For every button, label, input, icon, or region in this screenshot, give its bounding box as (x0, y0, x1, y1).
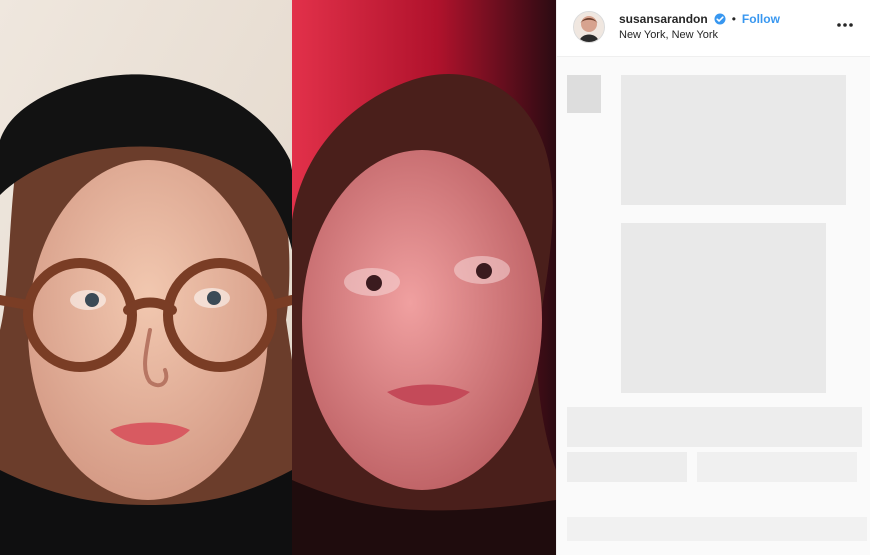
location-link[interactable]: New York, New York (619, 29, 718, 41)
more-options-icon[interactable] (835, 17, 855, 33)
follow-button[interactable]: Follow (742, 12, 780, 26)
photo-left-illustration (0, 0, 292, 555)
blurred-text-block (567, 407, 862, 447)
username-row: susansarandon • Follow (619, 11, 780, 27)
blurred-text-block (621, 75, 846, 205)
blurred-text-block (567, 517, 867, 541)
avatar[interactable] (573, 11, 605, 43)
avatar-image (574, 12, 604, 42)
blurred-text-block (621, 223, 826, 393)
verified-badge-icon (714, 13, 726, 25)
photo-right-illustration (292, 0, 556, 555)
blurred-text-block (697, 452, 857, 482)
blurred-text-block (567, 452, 687, 482)
post-photo-left (0, 0, 292, 555)
username[interactable]: susansarandon (619, 12, 708, 26)
instagram-post-view: susansarandon • Follow New York, New Yor… (0, 0, 870, 555)
blurred-avatar-block (567, 75, 601, 113)
post-header: susansarandon • Follow New York, New Yor… (557, 0, 870, 57)
post-photo-right (292, 0, 556, 555)
blurred-comments-area (557, 57, 870, 555)
separator-dot: • (731, 12, 736, 26)
post-side-panel: susansarandon • Follow New York, New Yor… (556, 0, 870, 555)
post-media[interactable] (0, 0, 556, 555)
more-options-glyph (837, 23, 853, 27)
